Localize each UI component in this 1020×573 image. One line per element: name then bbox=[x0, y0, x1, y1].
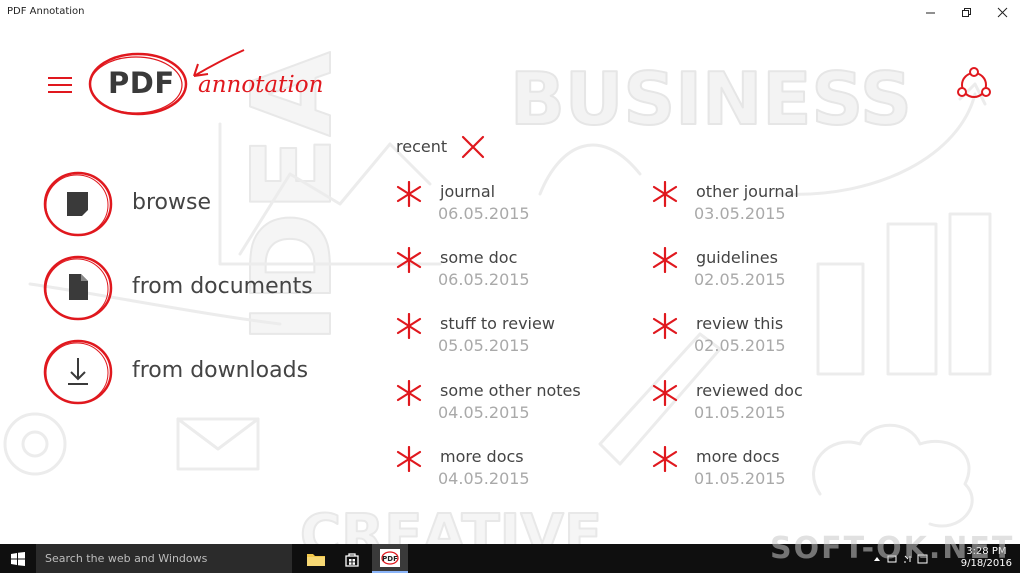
restore-icon bbox=[961, 7, 971, 17]
share-button[interactable] bbox=[956, 66, 992, 100]
recent-label: recent bbox=[396, 137, 448, 156]
taskbar-search[interactable]: Search the web and Windows bbox=[36, 544, 292, 573]
recent-doc[interactable]: other journal 03.05.2015 bbox=[652, 181, 892, 233]
hamburger-icon bbox=[48, 77, 72, 79]
doc-name: some other notes bbox=[440, 381, 581, 400]
asterisk-icon bbox=[652, 181, 678, 207]
taskbar-search-placeholder: Search the web and Windows bbox=[45, 552, 208, 565]
doc-name: guidelines bbox=[696, 248, 778, 267]
recent-doc[interactable]: some doc 06.05.2015 bbox=[396, 247, 636, 299]
download-icon bbox=[43, 339, 113, 405]
share-icon bbox=[957, 67, 991, 98]
doc-name: other journal bbox=[696, 182, 799, 201]
svg-text:BUSINESS: BUSINESS bbox=[510, 57, 912, 141]
watermark: SOFT-OK.NET bbox=[770, 531, 1015, 566]
pdf-annotation-taskbar-button[interactable]: PDF bbox=[372, 544, 408, 573]
nav-browse-label: browse bbox=[132, 190, 211, 215]
doc-date: 06.05.2015 bbox=[438, 270, 530, 289]
nav-from-downloads-label: from downloads bbox=[132, 358, 309, 383]
doc-date: 02.05.2015 bbox=[694, 270, 786, 289]
folder-taskbar-icon bbox=[307, 553, 325, 566]
recent-doc[interactable]: reviewed doc 01.05.2015 bbox=[652, 380, 892, 432]
asterisk-icon bbox=[396, 181, 422, 207]
doc-date: 05.05.2015 bbox=[438, 336, 530, 355]
recent-doc[interactable]: review this 02.05.2015 bbox=[652, 313, 892, 365]
store-icon bbox=[345, 552, 359, 567]
asterisk-icon bbox=[396, 247, 422, 273]
folder-icon bbox=[43, 171, 113, 237]
doc-date: 03.05.2015 bbox=[694, 204, 786, 223]
doc-date: 02.05.2015 bbox=[694, 336, 786, 355]
maximize-button[interactable] bbox=[948, 0, 984, 24]
doc-name: more docs bbox=[696, 447, 780, 466]
asterisk-icon bbox=[652, 247, 678, 273]
doc-date: 01.05.2015 bbox=[694, 403, 786, 422]
recent-doc[interactable]: guidelines 02.05.2015 bbox=[652, 247, 892, 299]
start-button[interactable] bbox=[0, 544, 36, 573]
asterisk-icon bbox=[652, 446, 678, 472]
clear-recent-button[interactable] bbox=[460, 134, 486, 160]
asterisk-icon bbox=[652, 313, 678, 339]
windows-logo-icon bbox=[11, 551, 25, 566]
doc-name: more docs bbox=[440, 447, 524, 466]
recent-doc[interactable]: some other notes 04.05.2015 bbox=[396, 380, 636, 432]
recent-doc[interactable]: stuff to review 05.05.2015 bbox=[396, 313, 636, 365]
nav-browse[interactable]: browse bbox=[42, 170, 342, 240]
nav-from-documents-label: from documents bbox=[132, 274, 313, 299]
doc-name: review this bbox=[696, 314, 784, 333]
close-button[interactable] bbox=[984, 0, 1020, 24]
doc-date: 06.05.2015 bbox=[438, 204, 530, 223]
minimize-button[interactable] bbox=[912, 0, 948, 24]
doc-name: stuff to review bbox=[440, 314, 555, 333]
file-explorer-button[interactable] bbox=[298, 544, 334, 573]
doc-name: reviewed doc bbox=[696, 381, 803, 400]
asterisk-icon bbox=[396, 313, 422, 339]
logo-pdf-text: PDF bbox=[108, 66, 175, 100]
minimize-icon bbox=[925, 12, 935, 13]
doc-name: some doc bbox=[440, 248, 518, 267]
title-bar: PDF Annotation bbox=[0, 0, 1020, 24]
svg-text:CREATIVE: CREATIVE bbox=[300, 503, 602, 544]
doc-date: 04.05.2015 bbox=[438, 403, 530, 422]
recent-doc[interactable]: more docs 04.05.2015 bbox=[396, 446, 636, 498]
pdf-annotation-app-icon: PDF bbox=[380, 548, 400, 567]
window-title: PDF Annotation bbox=[7, 6, 85, 17]
asterisk-icon bbox=[396, 446, 422, 472]
doc-date: 04.05.2015 bbox=[438, 469, 530, 488]
nav-from-documents[interactable]: from documents bbox=[42, 254, 342, 324]
doc-name: journal bbox=[440, 182, 496, 201]
close-icon bbox=[461, 135, 485, 159]
recent-doc[interactable]: journal 06.05.2015 bbox=[396, 181, 636, 233]
asterisk-icon bbox=[396, 380, 422, 406]
nav-from-downloads[interactable]: from downloads bbox=[42, 338, 342, 408]
recent-doc[interactable]: more docs 01.05.2015 bbox=[652, 446, 892, 498]
document-icon bbox=[43, 255, 113, 321]
svg-text:PDF: PDF bbox=[382, 555, 398, 563]
menu-button[interactable] bbox=[48, 76, 72, 94]
logo-annotation-text: annotation bbox=[198, 72, 324, 98]
store-button[interactable] bbox=[334, 544, 370, 573]
doc-date: 01.05.2015 bbox=[694, 469, 786, 488]
close-window-icon bbox=[997, 7, 1007, 17]
asterisk-icon bbox=[652, 380, 678, 406]
app-logo: PDF annotation bbox=[86, 48, 326, 120]
